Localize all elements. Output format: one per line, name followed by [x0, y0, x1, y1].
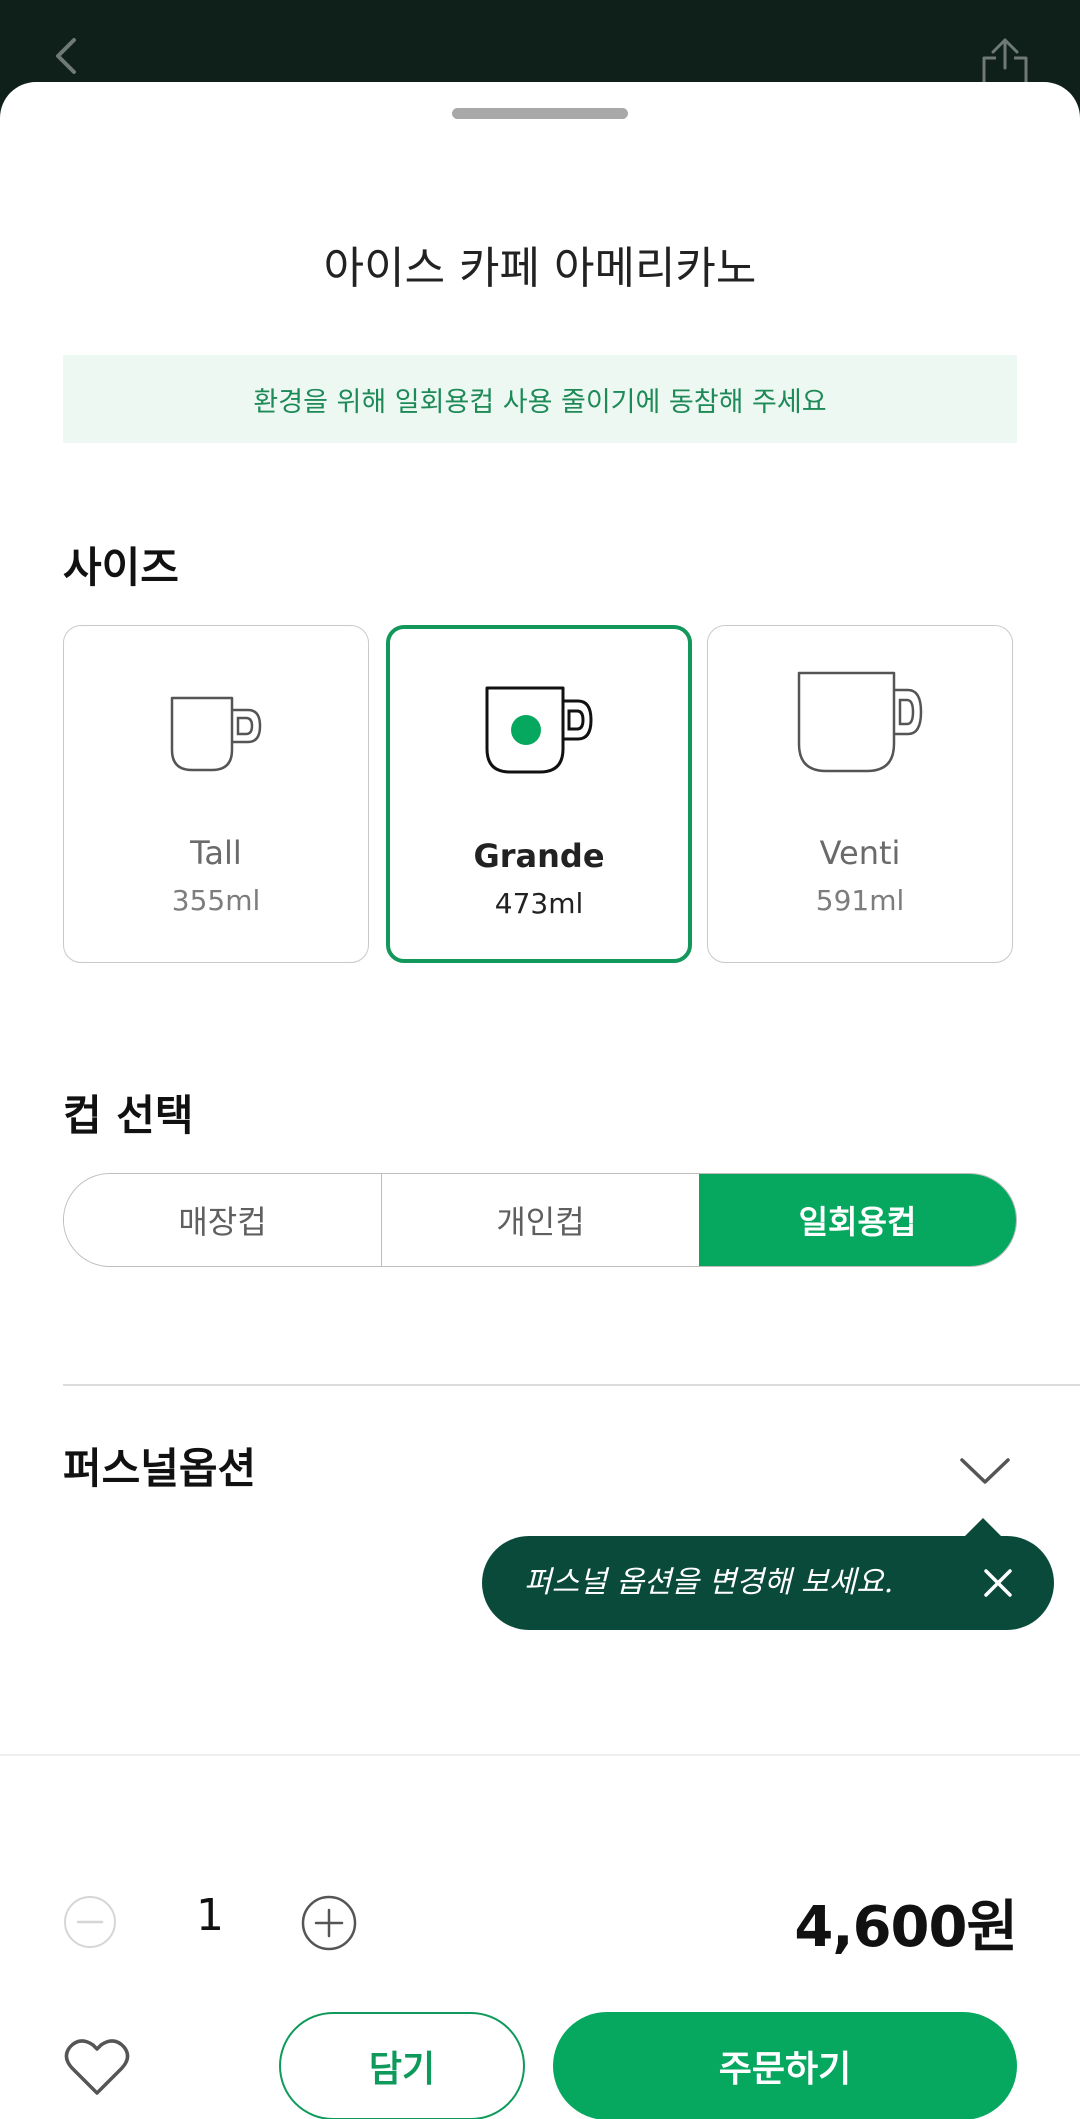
cup-option-store[interactable]: 매장컵: [64, 1174, 381, 1266]
size-name: Grande: [473, 837, 605, 875]
drag-handle[interactable]: [452, 108, 628, 119]
chevron-down-icon[interactable]: [958, 1454, 1012, 1486]
bottom-divider: [0, 1754, 1080, 1756]
personal-option-tooltip: 퍼스널 옵션을 변경해 보세요.: [482, 1536, 1054, 1630]
tooltip-tail: [963, 1518, 1003, 1538]
share-icon[interactable]: [978, 34, 1032, 88]
size-volume: 591ml: [815, 884, 905, 917]
cup-option-personal[interactable]: 개인컵: [381, 1174, 699, 1266]
minus-icon[interactable]: [63, 1895, 117, 1949]
size-option-venti[interactable]: Venti 591ml: [707, 625, 1013, 963]
eco-banner: 환경을 위해 일회용컵 사용 줄이기에 동참해 주세요: [63, 355, 1017, 443]
cup-selector: 매장컵 개인컵 일회용컵: [63, 1173, 1017, 1267]
cup-icon: [170, 696, 262, 772]
size-option-tall[interactable]: Tall 355ml: [63, 625, 369, 963]
section-divider: [63, 1384, 1080, 1386]
size-volume: 355ml: [171, 884, 261, 917]
cup-section-title: 컵 선택: [63, 1091, 194, 1140]
tooltip-text: 퍼스널 옵션을 변경해 보세요.: [524, 1565, 894, 1600]
close-icon[interactable]: [980, 1565, 1016, 1601]
heart-icon[interactable]: [64, 2037, 130, 2097]
options-sheet: 아이스 카페 아메리카노 환경을 위해 일회용컵 사용 줄이기에 동참해 주세요…: [0, 82, 1080, 2119]
add-to-cart-button[interactable]: 담기: [279, 2012, 525, 2119]
product-title: 아이스 카페 아메리카노: [323, 243, 757, 294]
size-section-title: 사이즈: [63, 543, 179, 592]
order-button[interactable]: 주문하기: [553, 2012, 1017, 2119]
quantity-value: 1: [196, 1890, 224, 1941]
size-name: Tall: [190, 834, 242, 872]
back-icon[interactable]: [48, 36, 88, 76]
plus-icon[interactable]: [301, 1895, 357, 1951]
total-price: 4,600원: [794, 1895, 1018, 1960]
size-name: Venti: [819, 834, 901, 872]
cup-option-disposable[interactable]: 일회용컵: [699, 1174, 1016, 1266]
cup-icon: [797, 671, 923, 773]
size-option-grande[interactable]: Grande 473ml: [386, 625, 692, 963]
personal-option-title[interactable]: 퍼스널옵션: [63, 1435, 256, 1496]
size-volume: 473ml: [494, 887, 584, 920]
cup-icon: [485, 686, 593, 774]
